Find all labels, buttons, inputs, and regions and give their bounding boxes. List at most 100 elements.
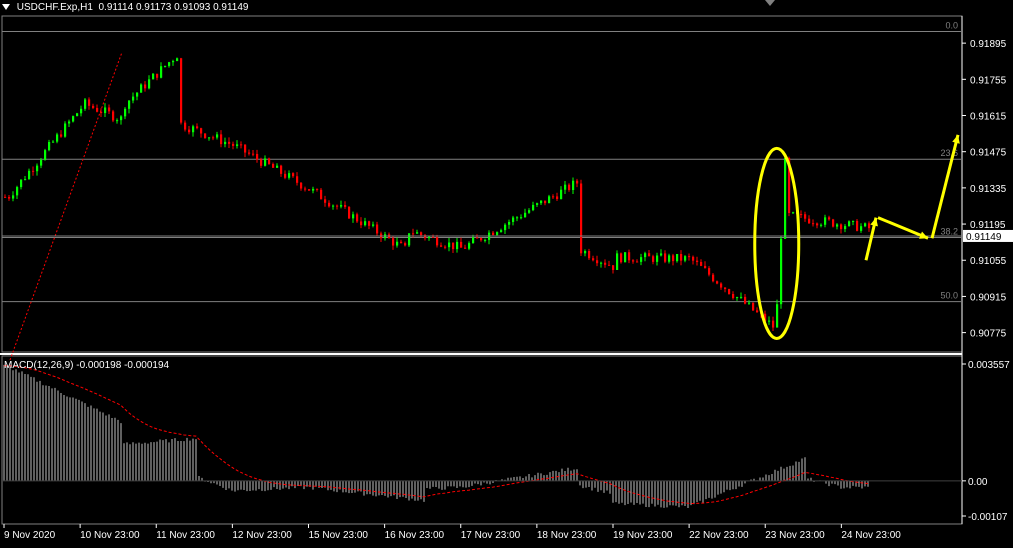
time-axis-label: 11 Nov 23:00 — [156, 530, 215, 541]
candle-body — [264, 158, 267, 166]
candle-body — [744, 296, 747, 304]
price-tick-label: 0.91475 — [970, 148, 1007, 159]
candle-body — [392, 238, 395, 246]
candle-body — [72, 116, 75, 122]
candle-body — [544, 200, 547, 204]
candle-body — [188, 129, 191, 133]
candle-body — [176, 58, 179, 62]
candle-body — [736, 297, 739, 299]
candle-body — [840, 224, 843, 230]
candle-body — [564, 184, 567, 190]
candle-body — [192, 126, 195, 133]
candle-body — [88, 99, 91, 106]
candle-body — [84, 99, 87, 109]
ohlc-low: 0.91093 — [174, 2, 211, 13]
candle-body — [372, 224, 375, 226]
price-tick-label: 0.90775 — [970, 329, 1007, 340]
candle-body — [40, 160, 43, 166]
candle-body — [320, 189, 323, 200]
candle-body — [412, 233, 415, 235]
candles-group — [4, 57, 871, 331]
candle-body — [212, 137, 215, 139]
candle-body — [336, 205, 339, 207]
candle-body — [808, 218, 811, 224]
candle-body — [132, 96, 135, 101]
candle-body — [512, 217, 515, 222]
candle-body — [404, 243, 407, 246]
candle-body — [616, 253, 619, 270]
chart-window[interactable]: USDCHF.Exp,H1 0.91114 0.91173 0.91093 0.… — [0, 0, 1013, 543]
price-tick-label: 0.90915 — [970, 292, 1007, 303]
candle-body — [828, 217, 831, 220]
candle-body — [248, 152, 251, 154]
candle-body — [8, 197, 11, 199]
candle-body — [628, 252, 631, 261]
candle-body — [552, 196, 555, 198]
candle-body — [228, 141, 231, 144]
candle-body — [856, 220, 859, 231]
candle-body — [232, 143, 235, 146]
candle-body — [472, 237, 475, 244]
candle-body — [576, 180, 579, 184]
macd-tick-label: -0.00107 — [968, 512, 1008, 523]
candle-body — [528, 210, 531, 213]
dropdown-icon[interactable] — [2, 4, 10, 11]
candle-body — [524, 212, 527, 218]
candle-body — [444, 246, 447, 248]
candle-body — [128, 100, 131, 109]
candle-body — [256, 153, 259, 160]
time-axis-label: 22 Nov 23:00 — [689, 530, 749, 541]
candle-body — [600, 262, 603, 264]
candle-body — [280, 165, 283, 174]
candle-body — [344, 205, 347, 207]
candle-body — [852, 220, 855, 222]
candle-body — [768, 320, 771, 322]
candle-body — [276, 165, 279, 168]
candle-body — [820, 224, 823, 226]
candle-body — [28, 170, 31, 180]
time-axis-label: 24 Nov 23:00 — [841, 530, 901, 541]
candle-body — [68, 121, 71, 124]
candle-body — [172, 61, 175, 63]
trend-line — [9, 52, 123, 361]
candle-body — [432, 236, 435, 238]
candle-body — [780, 238, 783, 305]
candle-body — [296, 176, 299, 183]
candle-body — [752, 302, 755, 311]
candle-body — [76, 113, 79, 117]
candle-body — [48, 141, 51, 151]
candle-body — [668, 255, 671, 262]
candle-body — [324, 199, 327, 203]
time-axis-label: 19 Nov 23:00 — [613, 530, 673, 541]
candle-body — [400, 241, 403, 244]
candle-body — [724, 287, 727, 290]
macd-name: MACD(12,26,9) — [4, 360, 74, 371]
macd-tick-label: 0.003557 — [968, 360, 1010, 371]
candle-body — [492, 232, 495, 235]
candle-body — [484, 239, 487, 241]
chart-canvas[interactable]: 0.91895 0.91755 0.91615 0.91475 0.91335 0.911… — [0, 0, 1013, 543]
macd-histogram-group — [3, 364, 869, 509]
candle-body — [20, 179, 23, 188]
candle-body — [348, 206, 351, 219]
time-axis-label: 10 Nov 23:00 — [80, 530, 140, 541]
candle-body — [800, 214, 803, 216]
candle-body — [268, 158, 271, 164]
candle-body — [548, 196, 551, 204]
candle-body — [148, 79, 151, 89]
candle-body — [452, 242, 455, 250]
ohlc-high: 0.91173 — [135, 2, 172, 13]
candle-body — [480, 237, 483, 241]
candle-body — [504, 224, 507, 231]
candle-body — [52, 141, 55, 143]
candle-body — [664, 253, 667, 262]
candle-body — [580, 183, 583, 254]
candle-body — [692, 256, 695, 261]
candle-body — [556, 196, 559, 200]
candle-body — [408, 233, 411, 246]
candle-body — [568, 184, 571, 191]
candle-body — [364, 221, 367, 226]
candle-body — [540, 200, 543, 204]
candle-body — [60, 134, 63, 137]
candle-body — [688, 256, 691, 258]
